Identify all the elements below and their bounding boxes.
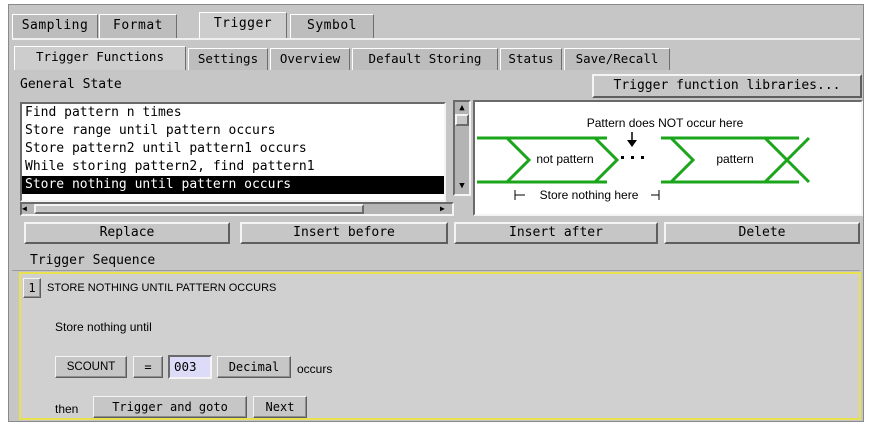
subtab-status[interactable]: Status (500, 48, 562, 70)
list-vertical-scrollbar[interactable]: ▲ ▼ (453, 100, 471, 196)
subtab-default-storing[interactable]: Default Storing (352, 48, 498, 70)
trigger-function-libraries-button[interactable]: Trigger function libraries... (592, 74, 862, 98)
arrow-head-icon (627, 140, 637, 147)
subtab-save-recall[interactable]: Save/Recall (564, 48, 670, 70)
trigger-window: Sampling Format Trigger Symbol Trigger F… (8, 4, 864, 422)
diagram-right-label: pattern (716, 152, 754, 166)
trigger-and-goto-button[interactable]: Trigger and goto (93, 396, 247, 418)
sequence-number[interactable]: 1 (23, 278, 41, 298)
next-button[interactable]: Next (253, 396, 307, 418)
scroll-down-icon[interactable]: ▼ (455, 180, 469, 192)
general-state-label: General State (20, 77, 122, 92)
ellipsis-dots (621, 156, 644, 159)
list-item[interactable]: Store pattern2 until pattern1 occurs (22, 140, 444, 158)
tab-sampling[interactable]: Sampling (12, 14, 98, 38)
insert-after-button[interactable]: Insert after (454, 222, 658, 244)
list-item[interactable]: Store range until pattern occurs (22, 122, 444, 140)
scroll-thumb-horizontal[interactable] (34, 204, 364, 214)
trigger-sequence-panel[interactable]: 1 STORE NOTHING UNTIL PATTERN OCCURS Sto… (19, 272, 861, 420)
insert-before-button[interactable]: Insert before (240, 222, 448, 244)
tab-format[interactable]: Format (99, 14, 177, 38)
scroll-thumb[interactable] (455, 114, 469, 126)
function-diagram: Pattern does NOT occur here not pattern … (473, 100, 863, 216)
wave-right-down (785, 158, 811, 184)
sequence-line-1: Store nothing until (55, 320, 152, 334)
trigger-sequence-label: Trigger Sequence (30, 253, 156, 268)
delete-button[interactable]: Delete (664, 222, 860, 244)
diagram-top-label: Pattern does NOT occur here (586, 116, 744, 130)
subtab-overview[interactable]: Overview (270, 48, 350, 70)
scroll-right-icon[interactable]: ▶ (440, 203, 452, 215)
then-label: then (55, 402, 79, 416)
base-button[interactable]: Decimal (217, 356, 291, 378)
diagram-bottom-label: Store nothing here (539, 188, 639, 202)
scount-button[interactable]: SCOUNT (55, 356, 127, 378)
function-list[interactable]: Find pattern n times Store range until p… (20, 102, 446, 202)
subtab-trigger-functions[interactable]: Trigger Functions (14, 46, 186, 70)
wave-right-up (785, 136, 811, 162)
subtab-settings[interactable]: Settings (188, 48, 268, 70)
occurs-label: occurs (297, 362, 333, 376)
list-item-selected[interactable]: Store nothing until pattern occurs (22, 176, 444, 194)
divider (12, 270, 860, 271)
tab-symbol[interactable]: Symbol (290, 14, 374, 38)
count-input[interactable]: 003 (168, 355, 212, 379)
diagram-left-label: not pattern (536, 152, 594, 166)
list-item[interactable]: Find pattern n times (22, 104, 444, 122)
operator-button[interactable]: = (133, 356, 163, 378)
list-item[interactable]: While storing pattern2, find pattern1 (22, 158, 444, 176)
tab-trigger[interactable]: Trigger (199, 12, 287, 38)
scroll-left-icon[interactable]: ◀ (22, 203, 34, 215)
sequence-title: STORE NOTHING UNTIL PATTERN OCCURS (47, 282, 277, 294)
replace-button[interactable]: Replace (24, 222, 230, 244)
list-horizontal-scrollbar[interactable]: ◀ ▶ (20, 202, 454, 216)
tab-divider (12, 38, 860, 40)
scroll-up-icon[interactable]: ▲ (455, 102, 469, 114)
